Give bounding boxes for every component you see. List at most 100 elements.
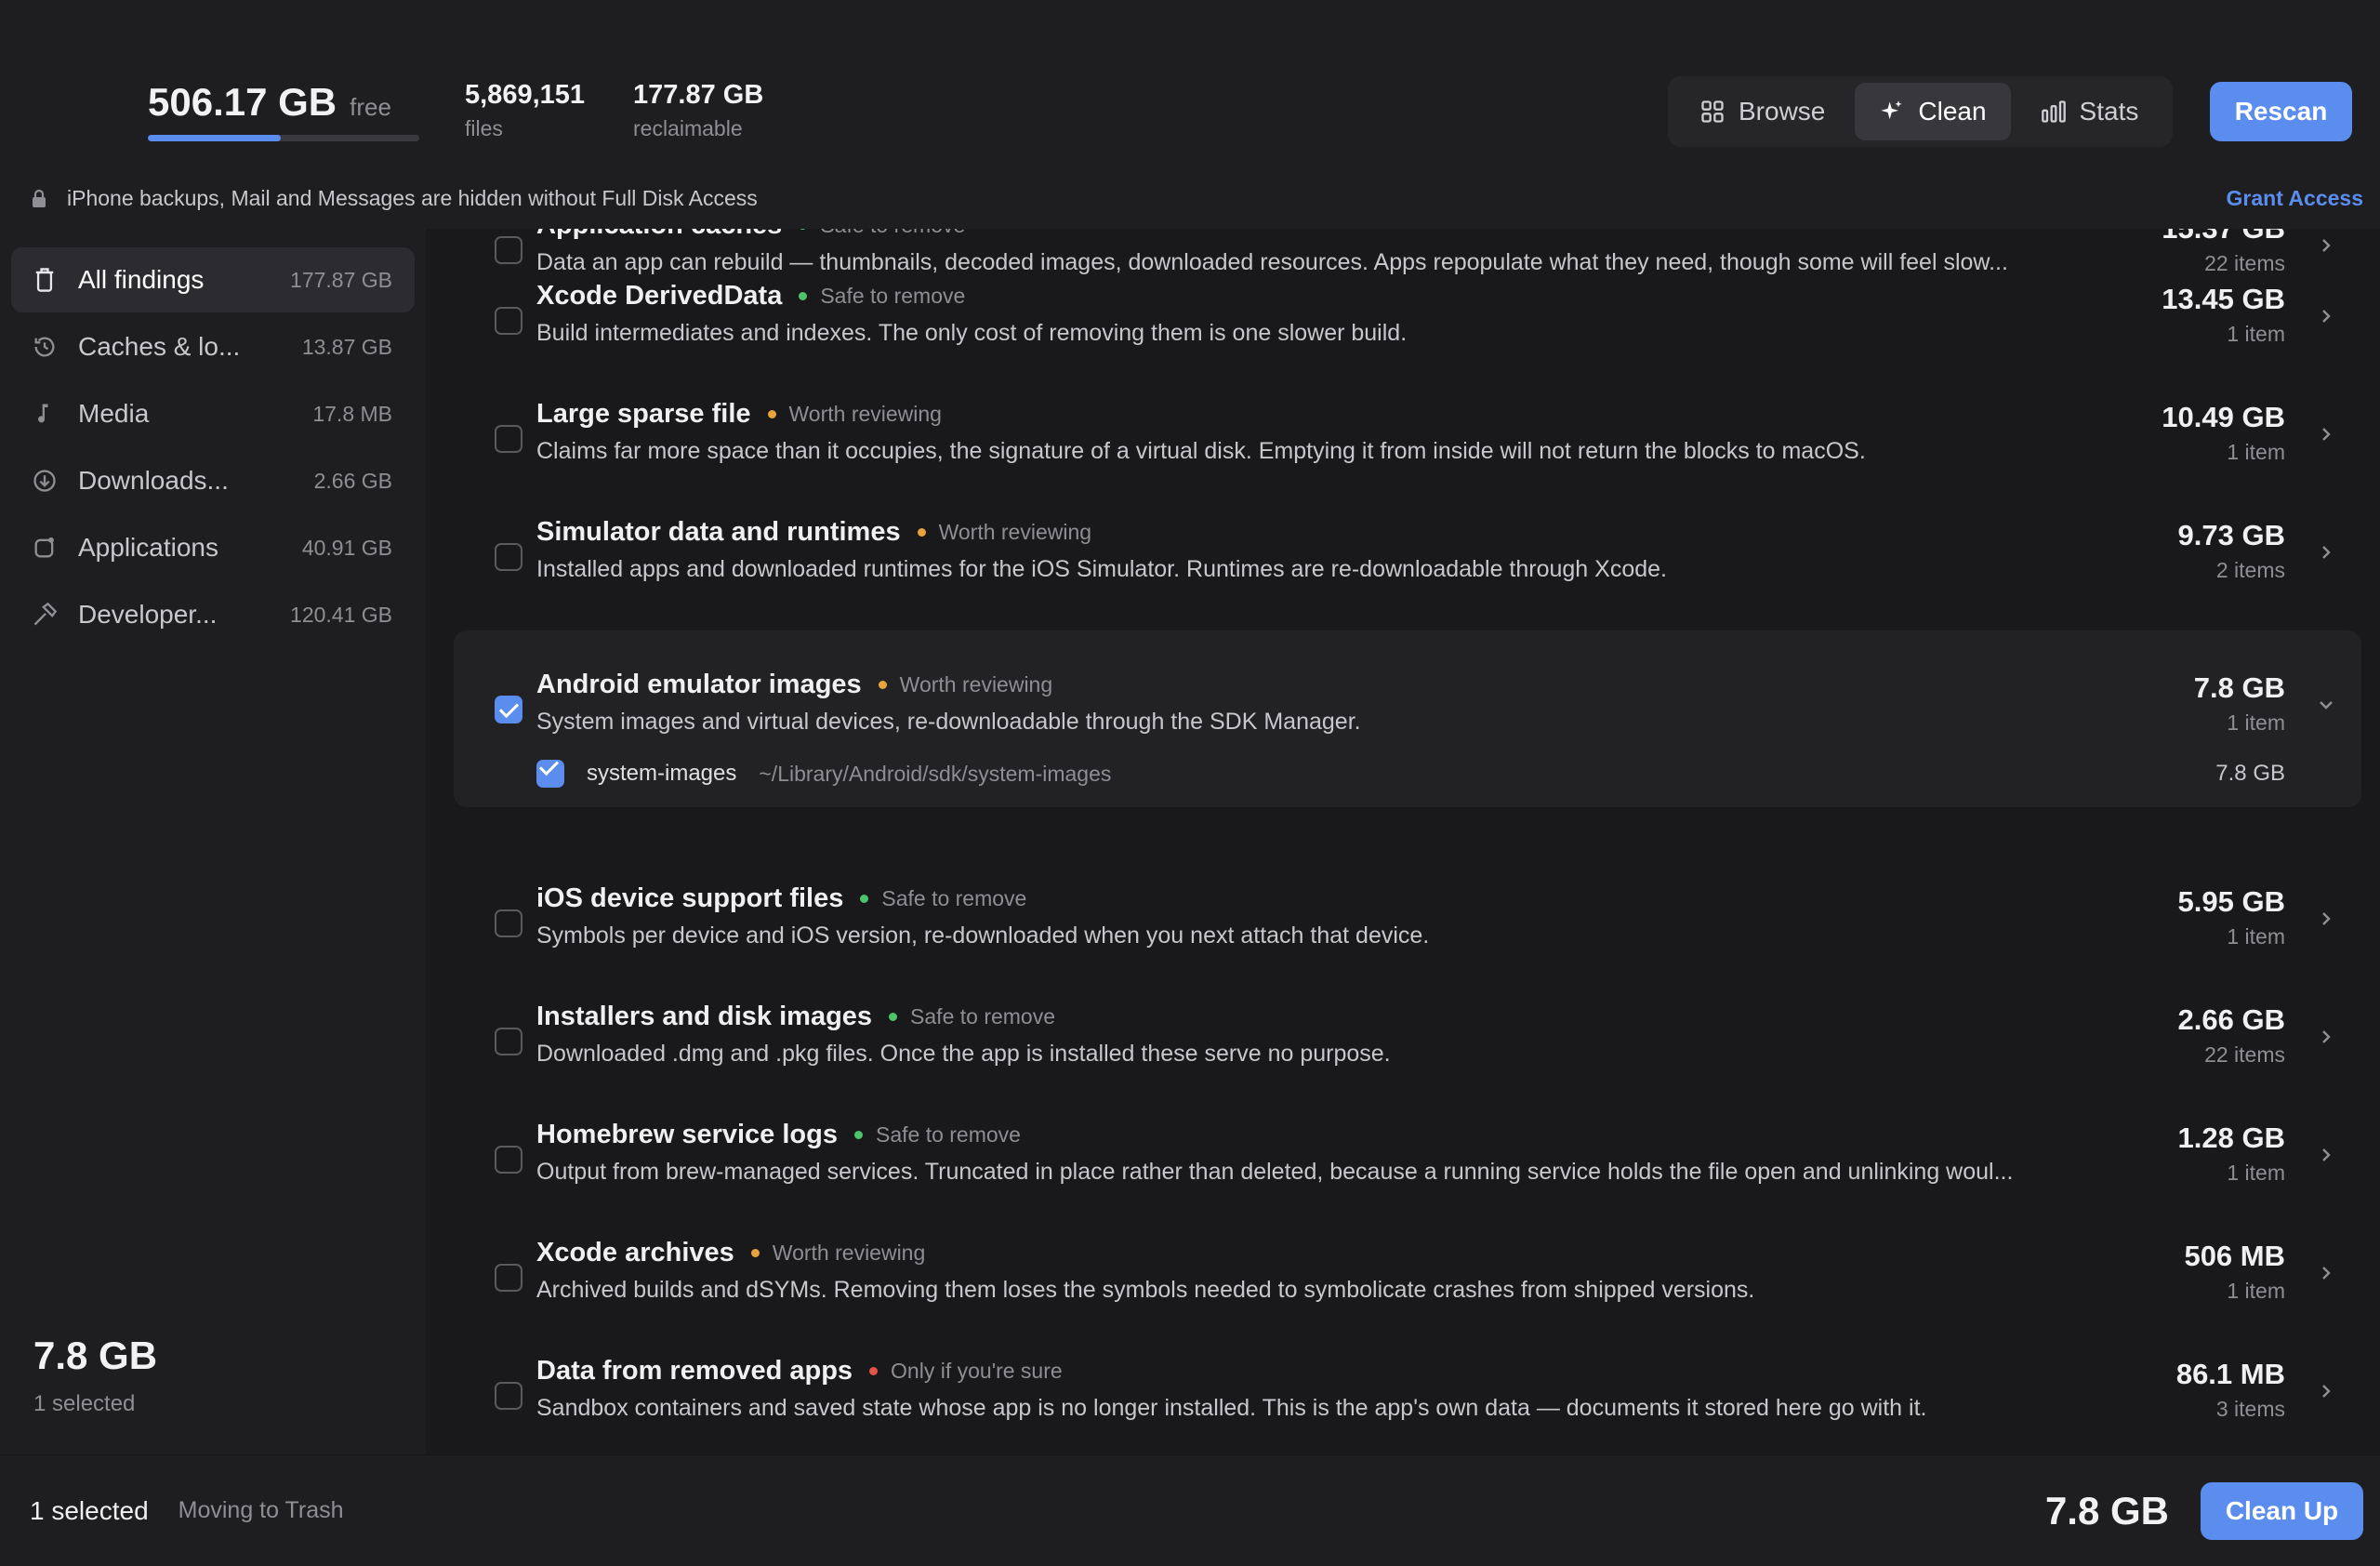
chevron-right-icon[interactable] xyxy=(2315,234,2337,257)
finding-description: Symbols per device and iOS version, re-d… xyxy=(536,922,1430,949)
finding-checkbox[interactable] xyxy=(495,696,522,723)
finding-title-line: Data from removed apps Only if you're sur… xyxy=(536,1356,1063,1387)
findings-list[interactable]: Application cachesSafe to removeData an … xyxy=(426,229,2380,1454)
sidebar-item-label: Caches & lo... xyxy=(78,332,241,361)
finding-title: Data from removed apps xyxy=(536,1356,853,1386)
sidebar-item-caches[interactable]: Caches & lo... 13.87 GB xyxy=(11,314,415,379)
sidebar-item-label: All findings xyxy=(78,265,205,294)
finding-row[interactable]: Installers and disk images Safe to remove… xyxy=(454,985,2361,1095)
finding-sub-item[interactable]: system-images ~/Library/Android/sdk/syste… xyxy=(536,755,2343,792)
finding-row[interactable]: Xcode archives Worth reviewing Archived bu… xyxy=(454,1221,2361,1331)
sub-item-checkbox[interactable] xyxy=(536,760,564,788)
chevron-right-icon[interactable] xyxy=(2315,908,2337,930)
chevron-right-icon[interactable] xyxy=(2315,1262,2337,1284)
finding-title-line: Large sparse file Worth reviewing xyxy=(536,399,942,430)
finding-checkbox[interactable] xyxy=(495,1146,522,1174)
finding-status: Worth reviewing xyxy=(938,520,1092,544)
finding-size: 2.66 GB xyxy=(2177,1003,2285,1036)
selection-summary-count: 1 selected xyxy=(33,1391,136,1416)
tab-stats-label: Stats xyxy=(2079,97,2139,126)
trash-icon xyxy=(35,268,54,292)
status-dot xyxy=(889,1013,898,1021)
view-switcher: Browse Clean Stats xyxy=(1668,76,2173,147)
finding-size: 13.45 GB xyxy=(2162,283,2285,315)
clean-up-button[interactable]: Clean Up xyxy=(2201,1481,2363,1540)
finding-size: 10.49 GB xyxy=(2162,401,2285,433)
finding-checkbox[interactable] xyxy=(495,236,522,264)
finding-title-line: Application caches Safe to remove xyxy=(536,229,965,241)
reclaimable-stat: 177.87 GB reclaimable xyxy=(633,80,763,141)
grid-icon xyxy=(1701,100,1724,123)
tab-clean[interactable]: Clean xyxy=(1855,83,2011,140)
chevron-right-icon[interactable] xyxy=(2315,1380,2337,1402)
sidebar-item-downloads[interactable]: Downloads... 2.66 GB xyxy=(11,448,415,513)
sidebar-item-media[interactable]: Media 17.8 MB xyxy=(11,381,415,446)
disk-usage-fill xyxy=(148,135,282,141)
finding-count: 1 item xyxy=(2227,710,2285,735)
finding-description: System images and virtual devices, re-do… xyxy=(536,709,1361,735)
finding-row[interactable]: Data from removed apps Only if you're sur… xyxy=(454,1339,2361,1449)
status-dot xyxy=(853,1131,863,1139)
sidebar-item-applications[interactable]: Applications 40.91 GB xyxy=(11,515,415,580)
finding-checkbox[interactable] xyxy=(495,543,522,571)
finding-status: Safe to remove xyxy=(820,229,965,238)
sidebar-item-developer[interactable]: Developer... 120.41 GB xyxy=(11,582,415,647)
chevron-right-icon[interactable] xyxy=(2315,423,2337,445)
status-dot xyxy=(869,1367,879,1375)
finding-status: Safe to remove xyxy=(875,1122,1021,1147)
finding-title: iOS device support files xyxy=(536,883,844,913)
finding-status: Worth reviewing xyxy=(772,1241,926,1265)
finding-status: Safe to remove xyxy=(881,886,1027,910)
finding-checkbox[interactable] xyxy=(495,909,522,937)
finding-checkbox[interactable] xyxy=(495,307,522,335)
finding-status: Worth reviewing xyxy=(788,402,942,426)
lock-icon xyxy=(33,189,46,207)
finding-checkbox[interactable] xyxy=(495,425,522,453)
grant-access-link[interactable]: Grant Access xyxy=(2227,186,2363,211)
sidebar-item-size: 2.66 GB xyxy=(313,468,392,493)
access-message: iPhone backups, Mail and Messages are hi… xyxy=(67,185,758,210)
app-icon xyxy=(34,537,54,558)
finding-checkbox[interactable] xyxy=(495,1028,522,1055)
sidebar-item-size: 17.8 MB xyxy=(312,401,392,426)
finding-title: Large sparse file xyxy=(536,399,751,429)
finding-row[interactable]: Large sparse file Worth reviewing Claims f… xyxy=(454,382,2361,492)
footer-total-size: 7.8 GB xyxy=(2044,1488,2169,1533)
status-dot xyxy=(767,410,776,418)
history-icon xyxy=(34,337,55,357)
footer-mode: Moving to Trash xyxy=(178,1497,344,1523)
status-dot xyxy=(860,895,869,903)
sidebar-item-label: Media xyxy=(78,399,150,428)
finding-row[interactable]: Android emulator images Worth reviewing Sy… xyxy=(454,630,2361,807)
finding-description: Output from brew-managed services. Trunc… xyxy=(536,1159,2014,1185)
sub-item-path: ~/Library/Android/sdk/system-images xyxy=(759,761,1112,786)
sidebar-item-all-findings[interactable]: All findings 177.87 GB xyxy=(11,247,415,312)
finding-count: 2 items xyxy=(2215,558,2285,582)
finding-size: 15.37 GB xyxy=(2162,229,2285,246)
finding-checkbox[interactable] xyxy=(495,1264,522,1292)
selection-summary: 7.8 GB 1 selected xyxy=(33,1334,157,1417)
finding-title-line: iOS device support files Safe to remove xyxy=(536,883,1026,914)
tab-stats[interactable]: Stats xyxy=(2016,83,2163,140)
finding-description: Archived builds and dSYMs. Removing them… xyxy=(536,1277,1755,1303)
tab-browse[interactable]: Browse xyxy=(1675,83,1849,140)
rescan-button[interactable]: Rescan xyxy=(2210,82,2352,141)
finding-row[interactable]: iOS device support files Safe to remove Sy… xyxy=(454,867,2361,976)
chevron-right-icon[interactable] xyxy=(2315,1026,2337,1048)
finding-row[interactable]: Xcode DerivedData Safe to remove Build int… xyxy=(454,264,2361,374)
chevron-right-icon[interactable] xyxy=(2315,1144,2337,1166)
finding-row[interactable]: Homebrew service logs Safe to remove Outpu… xyxy=(454,1103,2361,1213)
full-disk-access-banner: iPhone backups, Mail and Messages are hi… xyxy=(0,167,2380,229)
finding-checkbox[interactable] xyxy=(495,1382,522,1410)
finding-count: 22 items xyxy=(2204,1042,2285,1067)
reclaimable-value: 177.87 GB xyxy=(633,80,764,110)
chevron-right-icon[interactable] xyxy=(2315,305,2337,327)
tab-browse-label: Browse xyxy=(1739,97,1826,126)
chevron-right-icon[interactable] xyxy=(2315,541,2337,564)
chevron-down-icon[interactable] xyxy=(2315,694,2337,716)
finding-count: 1 item xyxy=(2227,1279,2285,1303)
finding-title-line: Installers and disk images Safe to remove xyxy=(536,1002,1055,1032)
finding-row[interactable]: Simulator data and runtimes Worth reviewi… xyxy=(454,500,2361,610)
finding-size: 506 MB xyxy=(2184,1240,2285,1272)
sub-item-size: 7.8 GB xyxy=(2215,761,2285,786)
